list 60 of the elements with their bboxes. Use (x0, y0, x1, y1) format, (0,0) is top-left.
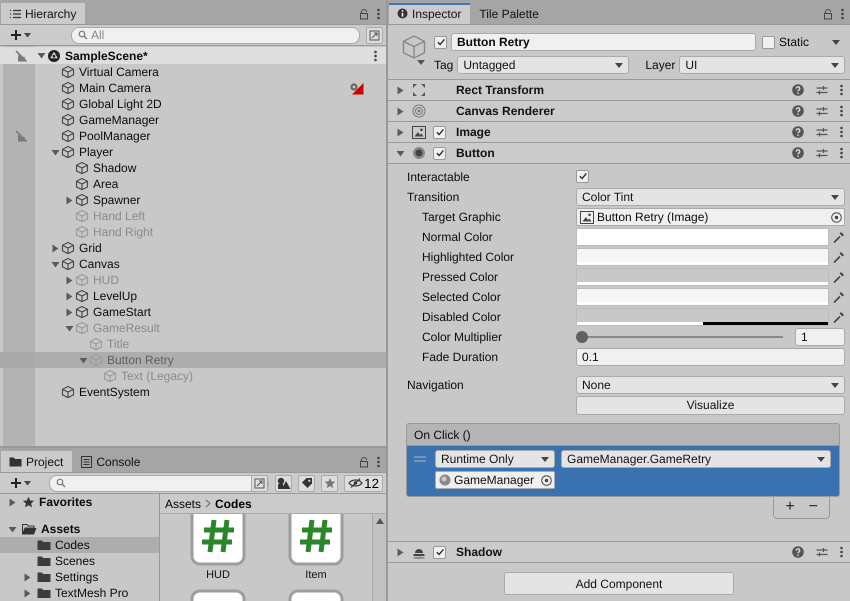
tree-item[interactable]: Spawner (0, 192, 386, 208)
field-label: Normal Color (421, 230, 494, 244)
field-label: Navigation (406, 378, 465, 392)
add-component-button[interactable]: Add Component (504, 572, 734, 595)
tree-item[interactable]: GameManager (0, 112, 386, 128)
field-label: Disabled Color (421, 310, 502, 324)
field-label: Pressed Color (421, 270, 500, 284)
field-label: Target Graphic (421, 210, 502, 224)
scene-item[interactable]: SampleScene* (0, 47, 386, 64)
tag-label: Tag (434, 58, 454, 72)
field-label: Interactable (406, 170, 471, 184)
add-button[interactable]: + (783, 500, 797, 514)
dropdown[interactable]: Color Tint (576, 188, 845, 206)
tree-item[interactable]: Main Camera (0, 80, 386, 96)
dropdown[interactable]: None (576, 376, 845, 394)
tree-item[interactable]: Player (0, 144, 386, 160)
name-field[interactable]: Button Retry (451, 33, 756, 51)
breadcrumb-link[interactable]: Assets (165, 496, 202, 510)
number-field[interactable]: 0.1 (576, 348, 845, 366)
object-field[interactable]: Button Retry (Image) (576, 208, 845, 226)
folder-item[interactable]: Assets (0, 521, 159, 537)
event-title: On Click () (414, 428, 471, 442)
field-label: Transition (406, 190, 460, 204)
tag-dropdown[interactable]: Untagged (457, 56, 630, 74)
mode-dropdown[interactable]: Runtime Only (435, 450, 555, 468)
visualize-button[interactable]: Visualize (576, 396, 845, 414)
breadcrumb-link[interactable]: Codes (215, 496, 252, 510)
tree-item[interactable]: Canvas (0, 256, 386, 272)
tree-item[interactable]: Area (0, 176, 386, 192)
tree-item[interactable]: LevelUp (0, 288, 386, 304)
file-item[interactable]: Item (284, 514, 348, 581)
folder-item[interactable]: Favorites (0, 494, 159, 510)
field-label: Color Multiplier (421, 330, 504, 344)
tree-item[interactable]: PoolManager (0, 128, 386, 144)
layer-dropdown[interactable]: UI (679, 56, 845, 74)
tree-item[interactable]: Shadow (0, 160, 386, 176)
layer-label: Layer (645, 58, 676, 72)
folder-item[interactable]: Settings (0, 569, 159, 585)
tree-item[interactable]: Grid (0, 240, 386, 256)
tree-item[interactable]: GameStart (0, 304, 386, 320)
function-dropdown[interactable]: GameManager.GameRetry (561, 450, 831, 468)
tab[interactable]: Project (1, 451, 72, 472)
object-field[interactable]: GameManager (435, 471, 555, 489)
field-label: Fade Duration (421, 350, 500, 364)
remove-button[interactable]: − (806, 500, 820, 514)
tab[interactable]: Hierarchy (1, 3, 86, 24)
hidden-packages-button[interactable]: 12 (344, 474, 383, 492)
field-label: Highlighted Color (421, 250, 516, 264)
file-item[interactable]: HUD (186, 514, 250, 581)
number-field[interactable]: 1 (795, 328, 845, 346)
tab[interactable]: Inspector (389, 3, 470, 24)
search-field[interactable]: All (71, 26, 360, 44)
field-label: Selected Color (421, 290, 502, 304)
tree-item[interactable]: EventSystem (0, 384, 386, 400)
tree-item[interactable]: Global Light 2D (0, 96, 386, 112)
folder-item[interactable]: Codes (0, 537, 159, 553)
folder-item[interactable]: Scenes (0, 553, 159, 569)
folder-item[interactable]: TextMesh Pro (0, 585, 159, 601)
static-label: Static (778, 35, 809, 49)
tree-item[interactable]: Virtual Camera (0, 64, 386, 80)
